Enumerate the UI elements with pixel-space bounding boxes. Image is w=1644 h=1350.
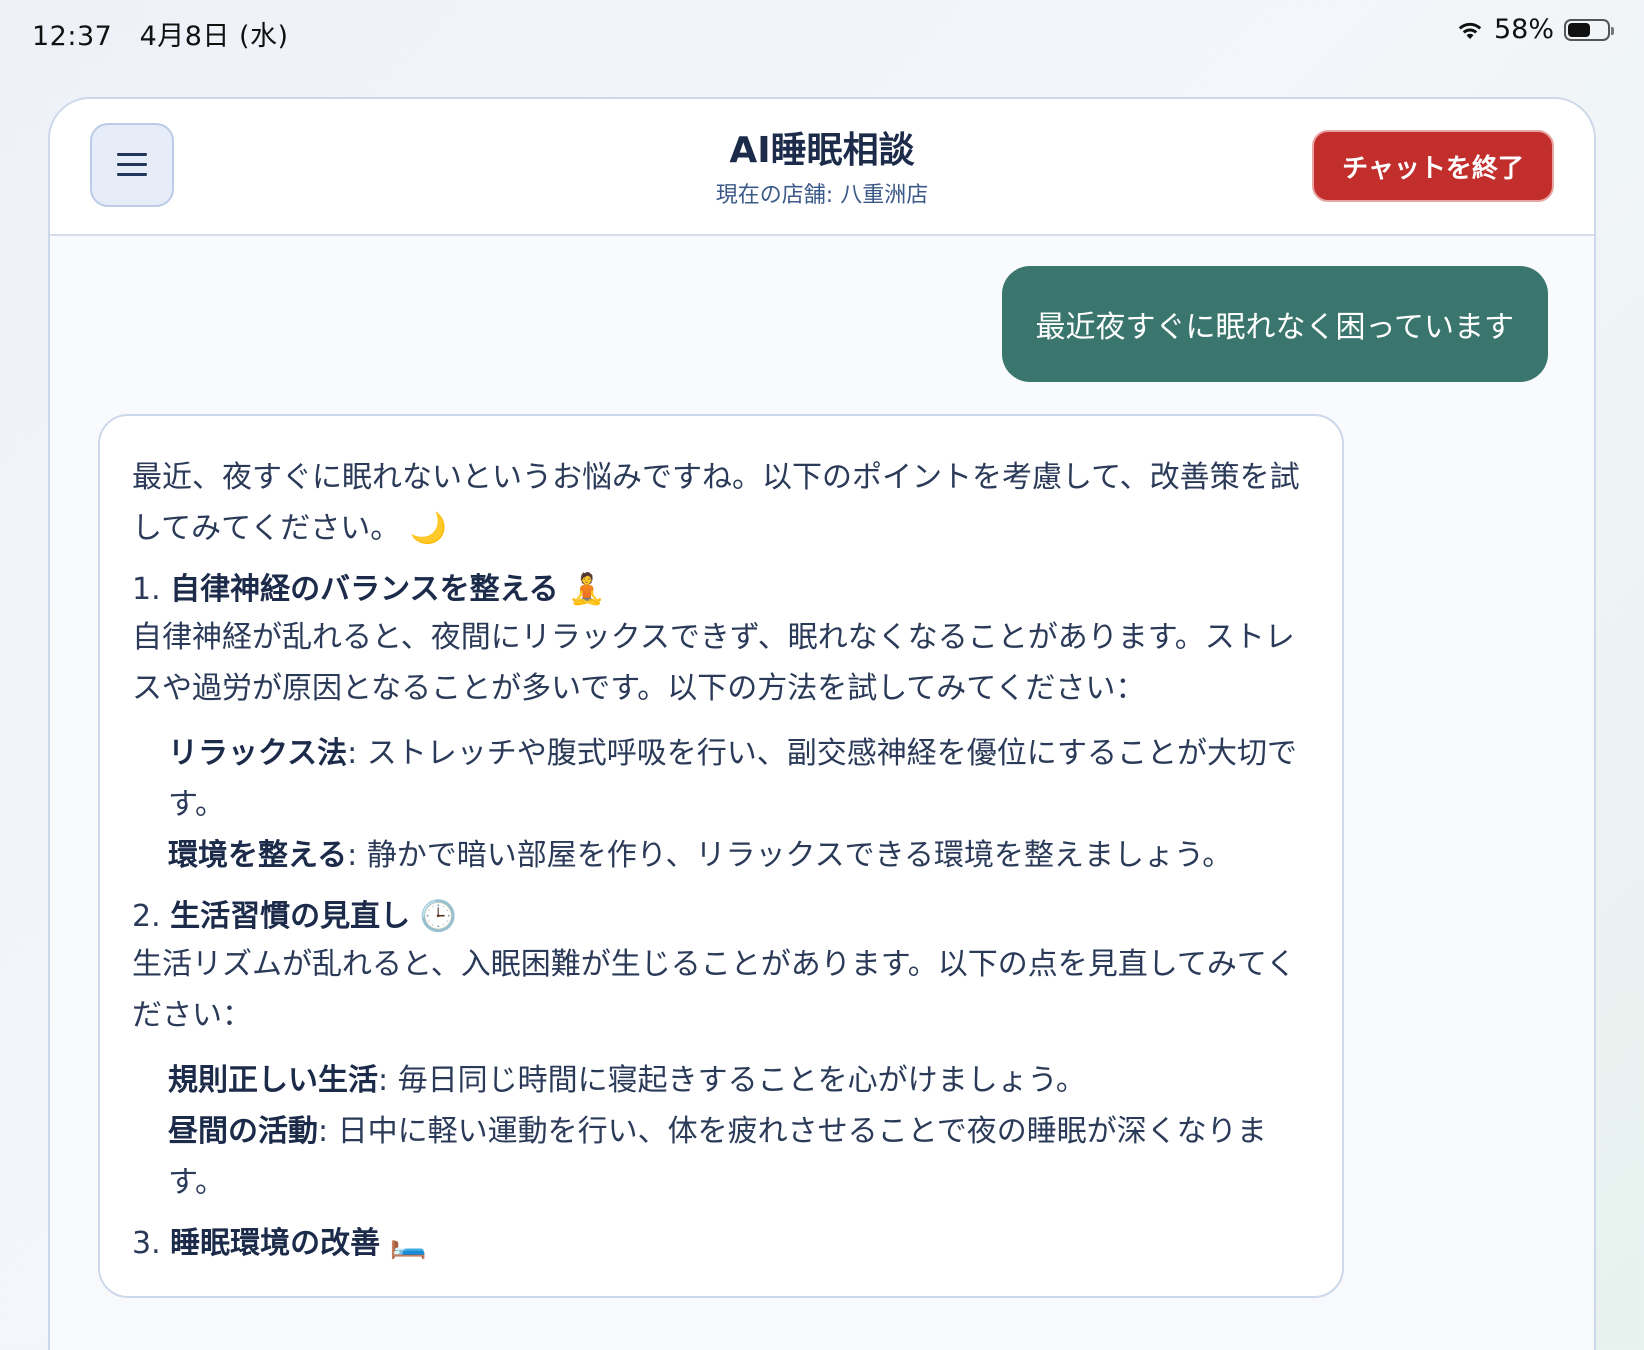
user-message: 最近夜すぐに眠れなく困っています	[1001, 266, 1548, 382]
section-2-body: 生活リズムが乱れると、入眠困難が生じることがあります。以下の点を見直してみてくだ…	[132, 947, 1296, 1033]
chat-window: AI睡眠相談 現在の店舗: 八重洲店 チャットを終了 最近夜すぐに眠れなく困って…	[48, 97, 1596, 1350]
list-item: 昼間の活動: 日中に軽い運動を行い、体を疲れさせることで夜の睡眠が深くなります。	[168, 1106, 1310, 1208]
battery-level	[1568, 22, 1591, 37]
bed-icon: 🛏️	[389, 1226, 428, 1261]
section-3-title: 3. 睡眠環境の改善 🛏️	[132, 1222, 1310, 1266]
section-2-title: 2. 生活習慣の見直し 🕒	[132, 895, 1310, 939]
section-number: 1.	[132, 572, 161, 607]
list-item-text: : 毎日同じ時間に寝起きすることを心がけましょう。	[378, 1063, 1086, 1098]
meditation-icon: 🧘	[568, 572, 606, 607]
list-item-term: 規則正しい生活	[168, 1063, 378, 1098]
status-time-date: 12:37 4月8日 (水)	[32, 14, 289, 53]
section-1-body: 自律神経が乱れると、夜間にリラックスできず、眠れなくなることがあります。ストレス…	[132, 620, 1295, 706]
list-item: 規則正しい生活: 毎日同じ時間に寝起きすることを心がけましょう。	[168, 1055, 1310, 1106]
status-bar: 12:37 4月8日 (水) 58%	[0, 0, 1644, 64]
ai-message: 最近、夜すぐに眠れないというお悩みですね。以下のポイントを考慮して、改善策を試し…	[98, 414, 1344, 1298]
list-item-text: : 日中に軽い運動を行い、体を疲れさせることで夜の睡眠が深くなります。	[168, 1114, 1267, 1200]
moon-icon: 🌙	[409, 511, 448, 546]
battery-percent: 58%	[1493, 14, 1554, 45]
chat-header: AI睡眠相談 現在の店舗: 八重洲店 チャットを終了	[50, 99, 1594, 236]
section-number: 3.	[132, 1226, 161, 1261]
section-heading: 生活習慣の見直し	[170, 899, 411, 934]
list-item-term: 環境を整える	[168, 838, 348, 873]
list-item: 環境を整える: 静かで暗い部屋を作り、リラックスできる環境を整えましょう。	[168, 830, 1310, 881]
wifi-icon	[1458, 22, 1482, 39]
list-item: リラックス法: ストレッチや腹式呼吸を行い、副交感神経を優位にすることが大切です…	[168, 728, 1310, 830]
chat-messages[interactable]: 最近夜すぐに眠れなく困っています 最近、夜すぐに眠れないというお悩みですね。以下…	[50, 236, 1594, 1350]
section-1-list: リラックス法: ストレッチや腹式呼吸を行い、副交感神経を優位にすることが大切です…	[132, 728, 1310, 881]
clock-icon: 🕒	[419, 899, 458, 934]
status-date: 4月8日 (水)	[139, 21, 289, 52]
section-number: 2.	[132, 899, 161, 934]
section-1-title: 1. 自律神経のバランスを整える 🧘	[132, 568, 1310, 612]
end-chat-button[interactable]: チャットを終了	[1312, 130, 1554, 202]
list-item-term: リラックス法	[168, 736, 348, 771]
list-item-term: 昼間の活動	[168, 1114, 318, 1149]
status-indicators: 58%	[1456, 14, 1614, 45]
section-heading: 自律神経のバランスを整える	[170, 572, 559, 607]
list-item-text: : 静かで暗い部屋を作り、リラックスできる環境を整えましょう。	[347, 838, 1233, 873]
ai-intro: 最近、夜すぐに眠れないというお悩みですね。以下のポイントを考慮して、改善策を試し…	[132, 452, 1310, 554]
ai-intro-text: 最近、夜すぐに眠れないというお悩みですね。以下のポイントを考慮して、改善策を試し…	[132, 460, 1300, 546]
section-2-list: 規則正しい生活: 毎日同じ時間に寝起きすることを心がけましょう。 昼間の活動: …	[132, 1055, 1310, 1208]
section-heading: 睡眠環境の改善	[170, 1226, 381, 1261]
battery-icon	[1564, 18, 1614, 41]
status-time: 12:37	[32, 21, 113, 52]
